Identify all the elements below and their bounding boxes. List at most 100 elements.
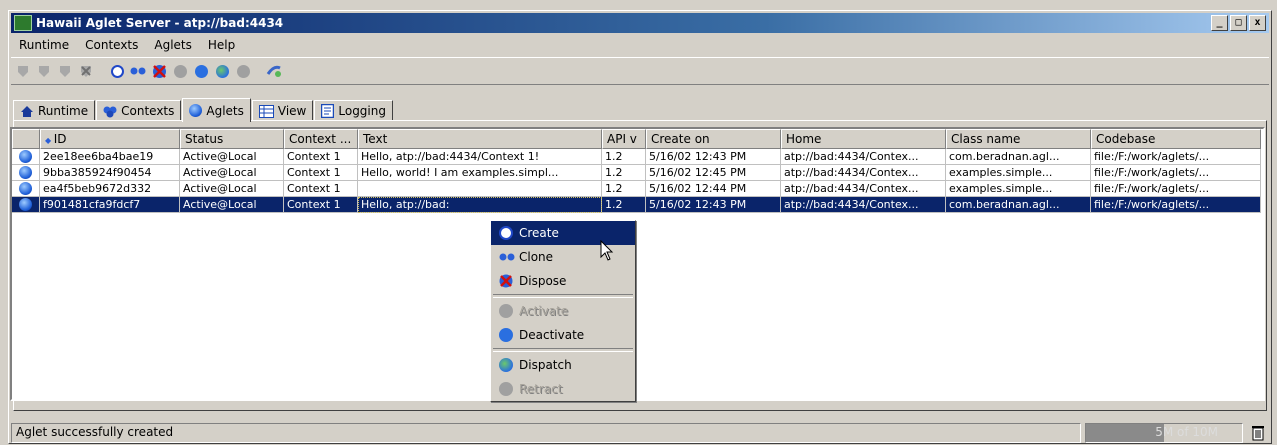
table-cell-home[interactable]: atp://bad:4434/Contex... <box>781 165 946 181</box>
table-cell-codebase[interactable]: file:/F:/work/aglets/... <box>1091 165 1261 181</box>
dispose-icon <box>499 274 513 288</box>
table-cell-create-on[interactable]: 5/16/02 12:43 PM <box>646 149 781 165</box>
column-header-label: Status <box>185 132 224 146</box>
tab-aglets[interactable]: Aglets <box>182 98 251 122</box>
create-icon[interactable] <box>109 63 125 79</box>
table-cell-api[interactable]: 1.2 <box>602 197 646 213</box>
column-header-label: API v <box>607 132 637 146</box>
table-row[interactable]: 9bba385924f90454 Active@Local Context 1 Hel… <box>12 165 1263 181</box>
table-row[interactable]: f901481cfa9fdcf7 Active@Local Context 1 Hel… <box>12 197 1263 213</box>
table-cell-create-on[interactable]: 5/16/02 12:43 PM <box>646 197 781 213</box>
table-cell-id[interactable]: 2ee18ee6ba4bae19 <box>40 149 180 165</box>
column-header-codebase[interactable]: Codebase <box>1091 129 1261 149</box>
table-cell-id[interactable]: 9bba385924f90454 <box>40 165 180 181</box>
table-cell-class-name[interactable]: com.beradnan.agl... <box>946 197 1091 213</box>
deactivate-icon[interactable] <box>193 63 209 79</box>
tab-label: Contexts <box>121 104 175 118</box>
table-cell-codebase[interactable]: file:/F:/work/aglets/... <box>1091 181 1261 197</box>
menu-help[interactable]: Help <box>200 36 243 56</box>
row-icon-cell[interactable] <box>12 165 40 181</box>
minimize-button[interactable]: _ <box>1211 15 1228 31</box>
column-header-create-on[interactable]: Create on <box>646 129 781 149</box>
mouse-cursor-icon <box>600 240 614 261</box>
column-header-class-name[interactable]: Class name <box>946 129 1091 149</box>
row-icon-cell[interactable] <box>12 197 40 213</box>
aglet-icon <box>19 182 32 195</box>
table-cell-api[interactable]: 1.2 <box>602 165 646 181</box>
table-row[interactable]: 2ee18ee6ba4bae19 Active@Local Context 1 Hel… <box>12 149 1263 165</box>
context-gray-icon[interactable] <box>36 63 52 79</box>
context-remove-icon[interactable] <box>78 63 94 79</box>
table-cell-context[interactable]: Context 1 <box>284 165 358 181</box>
table-cell-api[interactable]: 1.2 <box>602 149 646 165</box>
trash-icon[interactable] <box>1247 424 1269 442</box>
row-icon-cell[interactable] <box>12 181 40 197</box>
menu-item-dispatch[interactable]: Dispatch <box>491 353 635 377</box>
view-icon <box>258 104 274 118</box>
column-header-label: Text <box>363 132 388 146</box>
table-cell-text[interactable]: Hello, world! I am examples.simpl... <box>358 165 602 181</box>
dispose-icon[interactable] <box>151 63 167 79</box>
clone-icon[interactable] <box>130 63 146 79</box>
context-gray-icon[interactable] <box>15 63 31 79</box>
menu-aglets[interactable]: Aglets <box>146 36 200 56</box>
table-cell-class-name[interactable]: com.beradnan.agl... <box>946 149 1091 165</box>
menu-contexts[interactable]: Contexts <box>77 36 146 56</box>
column-header-context[interactable]: Context ... <box>284 129 358 149</box>
table-cell-context[interactable]: Context 1 <box>284 181 358 197</box>
menu-item-retract: Retract <box>491 377 635 401</box>
table-cell-create-on[interactable]: 5/16/02 12:45 PM <box>646 165 781 181</box>
table-cell-status[interactable]: Active@Local <box>180 149 284 165</box>
tab-view[interactable]: View <box>251 100 314 121</box>
column-header-id[interactable]: ◆ ID <box>40 129 180 149</box>
aglets-table: ◆ ID Status Context ... Text API v Create on H… <box>10 127 1265 401</box>
table-cell-status[interactable]: Active@Local <box>180 181 284 197</box>
table-cell-text[interactable] <box>358 181 602 197</box>
table-cell-context[interactable]: Context 1 <box>284 197 358 213</box>
menu-separator <box>493 294 633 298</box>
column-header-home[interactable]: Home <box>781 129 946 149</box>
table-cell-status[interactable]: Active@Local <box>180 197 284 213</box>
close-button[interactable]: x <box>1249 15 1266 31</box>
column-header-label: Class name <box>951 132 1021 146</box>
table-cell-class-name[interactable]: examples.simple... <box>946 181 1091 197</box>
sort-icon: ◆ <box>45 136 54 145</box>
table-cell-text[interactable]: Hello, atp://bad:4434/Context 1! <box>358 149 602 165</box>
table-cell-create-on[interactable]: 5/16/02 12:44 PM <box>646 181 781 197</box>
context-menu: Create Clone Dispose Activate Deactivate… <box>490 220 636 402</box>
table-cell-id[interactable]: ea4f5beb9672d332 <box>40 181 180 197</box>
table-cell-text[interactable]: Hello, atp://bad: <box>358 197 602 213</box>
column-header-api[interactable]: API v <box>602 129 646 149</box>
dispatch-icon[interactable] <box>214 63 230 79</box>
column-header-label: Context ... <box>289 132 352 146</box>
tab-contexts[interactable]: Contexts <box>96 100 182 121</box>
tab-runtime[interactable]: Runtime <box>13 100 96 121</box>
table-cell-api[interactable]: 1.2 <box>602 181 646 197</box>
window-title: Hawaii Aglet Server - atp://bad:4434 <box>36 16 284 30</box>
menu-runtime[interactable]: Runtime <box>11 36 77 56</box>
maximize-button[interactable]: □ <box>1230 15 1247 31</box>
activate-icon[interactable] <box>172 63 188 79</box>
column-header-icon[interactable] <box>12 129 40 149</box>
title-bar[interactable]: Hawaii Aglet Server - atp://bad:4434 _ □… <box>11 13 1269 33</box>
retract-icon[interactable] <box>235 63 251 79</box>
menu-item-dispose[interactable]: Dispose <box>491 269 635 293</box>
table-cell-codebase[interactable]: file:/F:/work/aglets/... <box>1091 149 1261 165</box>
context-gray-icon[interactable] <box>57 63 73 79</box>
table-cell-id[interactable]: f901481cfa9fdcf7 <box>40 197 180 213</box>
column-header-text[interactable]: Text <box>358 129 602 149</box>
table-cell-codebase[interactable]: file:/F:/work/aglets/... <box>1091 197 1261 213</box>
table-cell-class-name[interactable]: examples.simple... <box>946 165 1091 181</box>
column-header-status[interactable]: Status <box>180 129 284 149</box>
table-cell-home[interactable]: atp://bad:4434/Contex... <box>781 181 946 197</box>
table-row[interactable]: ea4f5beb9672d332 Active@Local Context 1 1.2… <box>12 181 1263 197</box>
tab-logging[interactable]: Logging <box>314 100 393 121</box>
column-header-label: Home <box>786 132 822 146</box>
table-cell-home[interactable]: atp://bad:4434/Contex... <box>781 197 946 213</box>
row-icon-cell[interactable] <box>12 149 40 165</box>
refresh-icon[interactable] <box>266 63 282 79</box>
table-cell-home[interactable]: atp://bad:4434/Contex... <box>781 149 946 165</box>
table-cell-context[interactable]: Context 1 <box>284 149 358 165</box>
table-cell-status[interactable]: Active@Local <box>180 165 284 181</box>
menu-item-deactivate[interactable]: Deactivate <box>491 323 635 347</box>
